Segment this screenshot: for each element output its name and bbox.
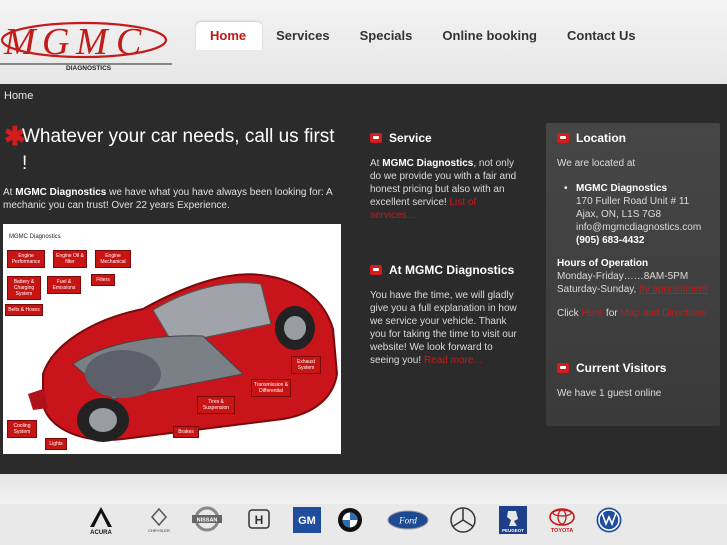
speech-bubble-icon bbox=[370, 265, 382, 275]
label-transmission: Transmission & Differential bbox=[251, 379, 291, 397]
visitors-text: We have 1 guest online bbox=[557, 388, 662, 399]
peugeot-logo[interactable]: PEUGEOT bbox=[494, 505, 532, 535]
svg-text:M: M bbox=[75, 21, 110, 63]
map-text: Click Here for Map and Directions bbox=[557, 308, 707, 319]
nav-contact-us[interactable]: Contact Us bbox=[553, 22, 652, 50]
volkswagen-logo[interactable] bbox=[590, 505, 628, 535]
svg-text:M: M bbox=[3, 21, 38, 63]
email-link[interactable]: info@mgmcdiagnostics.com bbox=[576, 222, 701, 233]
label-lights: Lights bbox=[45, 438, 67, 450]
service-title: Service bbox=[389, 131, 432, 145]
svg-text:Ford: Ford bbox=[398, 516, 417, 526]
read-more-link[interactable]: Read more... bbox=[424, 355, 482, 366]
toyota-logo[interactable]: TOYOTA bbox=[543, 505, 581, 535]
location-panel: Location We are located at • MGMC Diagno… bbox=[546, 123, 720, 426]
mgmc-logo[interactable]: M G M C DIAGNOSTICS bbox=[0, 18, 172, 74]
map-directions-link[interactable]: Map and Directions bbox=[620, 308, 706, 319]
car-diagram-image: MGMC Diagnostics Engine Performance Engi… bbox=[3, 224, 341, 454]
svg-text:DIAGNOSTICS: DIAGNOSTICS bbox=[66, 65, 112, 72]
nav-home[interactable]: Home bbox=[196, 22, 263, 50]
svg-text:CHRYSLER: CHRYSLER bbox=[148, 528, 170, 533]
chrysler-logo[interactable]: CHRYSLER bbox=[140, 505, 178, 535]
label-brakes: Brakes bbox=[173, 426, 199, 438]
label-tires: Tires & Suspension bbox=[197, 396, 235, 414]
breadcrumb-bar: Home bbox=[0, 84, 727, 106]
label-engine-oil: Engine Oil & filter bbox=[53, 250, 87, 268]
gm-logo[interactable]: GM bbox=[288, 505, 326, 535]
main-content: ✱ Whatever your car needs, call us first… bbox=[0, 106, 727, 474]
here-link[interactable]: Here bbox=[581, 308, 603, 319]
svg-text:PEUGEOT: PEUGEOT bbox=[502, 528, 524, 533]
located-text: We are located at bbox=[557, 158, 636, 169]
about-title: At MGMC Diagnostics bbox=[389, 263, 515, 277]
acura-logo[interactable]: ACURA bbox=[82, 505, 120, 535]
mercedes-logo[interactable] bbox=[444, 505, 482, 535]
nissan-logo[interactable]: NISSAN bbox=[188, 505, 226, 535]
label-fuel: Fuel & Emissions bbox=[47, 276, 81, 294]
intro-text: At MGMC Diagnostics we have what you hav… bbox=[3, 187, 333, 211]
svg-text:G: G bbox=[42, 21, 69, 63]
site-header: M G M C DIAGNOSTICS Home Services Specia… bbox=[0, 0, 727, 84]
svg-text:C: C bbox=[116, 21, 142, 63]
label-battery: Battery & Charging System bbox=[7, 276, 41, 300]
breadcrumb: Home bbox=[4, 90, 34, 102]
visitors-title: Current Visitors bbox=[576, 361, 667, 375]
svg-text:H: H bbox=[255, 513, 264, 527]
svg-text:GM: GM bbox=[298, 515, 316, 527]
svg-text:ACURA: ACURA bbox=[90, 530, 112, 535]
honda-logo[interactable]: H bbox=[240, 505, 278, 535]
label-engine-mechanical: Engine Mechanical bbox=[95, 250, 131, 268]
brand-logo-strip: ACURA CHRYSLER NISSAN H GM Ford PEUGEOT bbox=[0, 504, 727, 545]
about-text: You have the time, we will gladly give y… bbox=[370, 290, 517, 366]
footer-separator bbox=[0, 474, 727, 504]
appointment-link[interactable]: by appointment bbox=[639, 284, 707, 295]
location-title: Location bbox=[576, 131, 626, 145]
ford-logo[interactable]: Ford bbox=[386, 505, 430, 535]
label-exhaust: Exhaust System bbox=[291, 356, 321, 374]
page-headline: Whatever your car needs, call us first ! bbox=[22, 126, 335, 174]
label-engine-performance: Engine Performance bbox=[7, 250, 45, 268]
speech-bubble-icon bbox=[557, 133, 569, 143]
speech-bubble-icon bbox=[557, 363, 569, 373]
intro-column: ✱ Whatever your car needs, call us first… bbox=[0, 106, 345, 474]
svg-text:TOYOTA: TOYOTA bbox=[551, 528, 573, 534]
label-belts: Belts & Hoses bbox=[5, 304, 43, 316]
address-block: • MGMC Diagnostics 170 Fuller Road Unit … bbox=[564, 183, 702, 246]
bmw-logo[interactable] bbox=[331, 505, 369, 535]
main-nav: Home Services Specials Online booking Co… bbox=[196, 22, 652, 50]
nav-specials[interactable]: Specials bbox=[346, 22, 429, 50]
hours-block: Hours of Operation Monday-Friday……8AM-5P… bbox=[557, 258, 708, 295]
nav-services[interactable]: Services bbox=[262, 22, 346, 50]
svg-text:NISSAN: NISSAN bbox=[197, 518, 218, 524]
label-filters: Filters bbox=[91, 274, 115, 286]
info-column: Service At MGMC Diagnostics, not only do… bbox=[365, 106, 530, 474]
bullet-icon: • bbox=[564, 183, 568, 194]
nav-online-booking[interactable]: Online booking bbox=[428, 22, 553, 50]
speech-bubble-icon bbox=[370, 133, 382, 143]
service-text: At MGMC Diagnostics, not only do we prov… bbox=[370, 158, 517, 221]
label-cooling: Cooling System bbox=[7, 420, 37, 438]
